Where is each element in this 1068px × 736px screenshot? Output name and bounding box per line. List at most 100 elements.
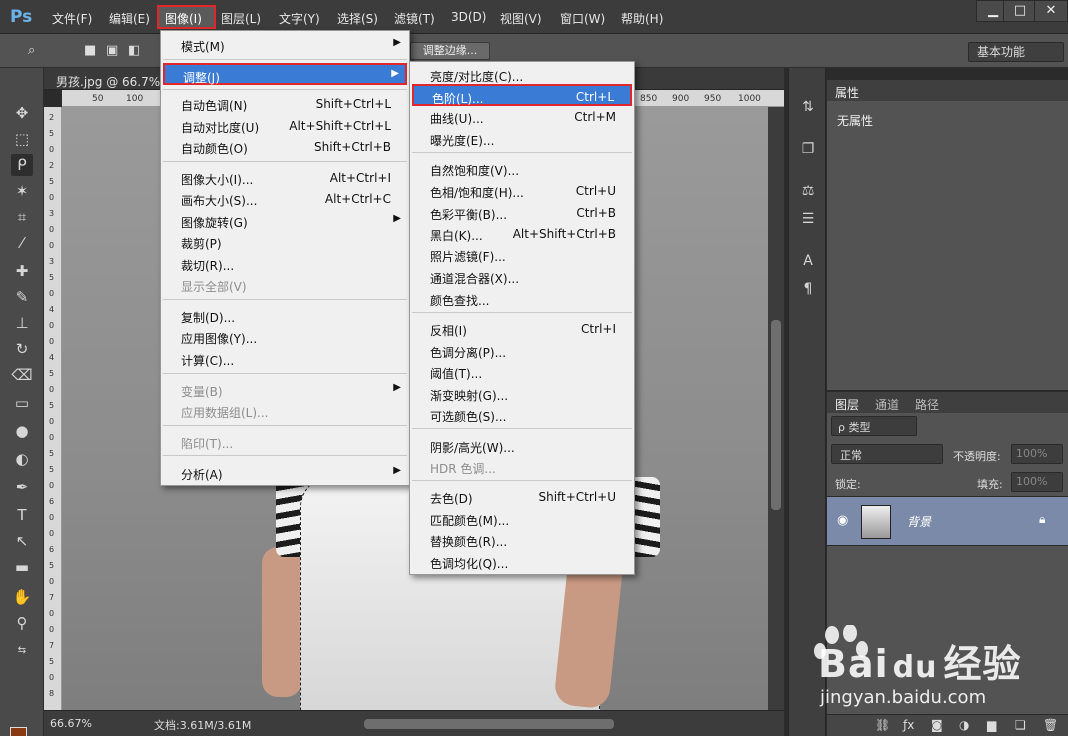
layer-name[interactable]: 背景 <box>907 513 931 530</box>
gradient-tool-icon[interactable]: ▭ <box>11 392 33 414</box>
image-menu-item[interactable]: 裁剪(P) <box>163 231 407 253</box>
refine-edge-button[interactable]: 调整边缘... <box>410 42 490 60</box>
menu-image[interactable]: 图像(I) <box>165 10 202 27</box>
path-selection-tool-icon[interactable]: ↖ <box>11 530 33 552</box>
fill-field[interactable]: 100% <box>1011 472 1063 492</box>
lasso-tool-preset-icon[interactable]: ⌕ <box>28 43 35 58</box>
marquee-tool-icon[interactable]: ⬚ <box>11 128 33 150</box>
stamp-tool-icon[interactable]: ⊥ <box>11 312 33 334</box>
shape-tool-icon[interactable]: ▬ <box>11 556 33 578</box>
image-menu-item[interactable]: 自动颜色(O) Shift+Ctrl+B <box>163 136 407 158</box>
history-brush-tool-icon[interactable]: ↻ <box>11 338 33 360</box>
adjust-menu-item[interactable]: 色相/饱和度(H)... Ctrl+U <box>412 180 632 202</box>
group-icon[interactable]: ▆ <box>987 718 996 732</box>
paragraph-panel-icon[interactable]: ¶ <box>797 278 819 300</box>
menu-view[interactable]: 视图(V) <box>500 10 542 27</box>
layer-kind-filter[interactable]: ρ 类型 <box>831 416 917 436</box>
adjust-menu-item[interactable]: 照片滤镜(F)... <box>412 244 632 266</box>
dodge-tool-icon[interactable]: ◐ <box>11 448 33 470</box>
properties-panel-icon[interactable]: ☰ <box>797 208 819 230</box>
add-selection-icon[interactable]: ▣ <box>106 43 118 58</box>
subtract-selection-icon[interactable]: ◧ <box>128 43 140 58</box>
horizontal-scrollbar-thumb[interactable] <box>364 719 614 729</box>
image-menu-item[interactable]: 模式(M) ▶ <box>163 34 407 56</box>
menu-file[interactable]: 文件(F) <box>52 10 92 27</box>
menu-select[interactable]: 选择(S) <box>337 10 378 27</box>
properties-tab[interactable]: 属性 <box>827 80 1068 101</box>
magic-wand-tool-icon[interactable]: ✶ <box>11 180 33 202</box>
adjust-menu-item[interactable]: 反相(I) Ctrl+I <box>412 318 632 340</box>
pen-tool-icon[interactable]: ✒ <box>11 476 33 498</box>
adjust-menu-item[interactable]: 渐变映射(G)... <box>412 383 632 405</box>
image-menu-item[interactable]: 计算(C)... <box>163 348 407 370</box>
adjustments-panel-icon[interactable]: ⚖ <box>797 180 819 202</box>
workspace-select[interactable]: 基本功能 <box>968 42 1064 62</box>
zoom-level[interactable]: 66.67% <box>50 717 92 730</box>
image-menu-item[interactable]: 画布大小(S)... Alt+Ctrl+C <box>163 188 407 210</box>
character-panel-icon[interactable]: A <box>797 250 819 272</box>
brush-panel-icon[interactable]: ❐ <box>797 138 819 160</box>
adjust-menu-item[interactable]: 可选颜色(S)... <box>412 404 632 426</box>
image-menu-item[interactable]: 自动色调(N) Shift+Ctrl+L <box>163 93 407 115</box>
adjust-menu-item[interactable]: 黑白(K)... Alt+Shift+Ctrl+B <box>412 223 632 245</box>
visibility-eye-icon[interactable]: ◉ <box>837 513 848 528</box>
adjust-menu-item[interactable]: 阈值(T)... <box>412 361 632 383</box>
adjust-menu-item[interactable]: 颜色查找... <box>412 288 632 310</box>
image-menu-item[interactable]: 复制(D)... <box>163 305 407 327</box>
menu-layer[interactable]: 图层(L) <box>221 10 261 27</box>
mask-icon[interactable]: ◙ <box>931 718 943 732</box>
foreground-color-swatch[interactable] <box>10 727 27 736</box>
adjust-menu-item[interactable]: 通道混合器(X)... <box>412 266 632 288</box>
adjust-menu-item[interactable]: 色调分离(P)... <box>412 340 632 362</box>
menu-help[interactable]: 帮助(H) <box>621 10 663 27</box>
adjust-menu-item[interactable]: 自然饱和度(V)... <box>412 158 632 180</box>
image-menu-item[interactable]: 图像旋转(G) ▶ <box>163 210 407 232</box>
link-layers-icon[interactable]: ⛓ <box>875 718 890 732</box>
blend-mode-select[interactable]: 正常 <box>831 444 943 464</box>
menu-filter[interactable]: 滤镜(T) <box>394 10 435 27</box>
adjust-menu-item[interactable]: 曝光度(E)... <box>412 128 632 150</box>
menu-3d[interactable]: 3D(D) <box>451 10 486 24</box>
fx-icon[interactable]: ƒx <box>903 718 914 732</box>
crop-tool-icon[interactable]: ⌗ <box>11 206 33 228</box>
adjust-menu-item[interactable]: 亮度/对比度(C)... <box>412 64 632 86</box>
swap-colors-icon[interactable]: ⇆ <box>11 640 33 662</box>
image-menu-item[interactable]: 分析(A) ▶ <box>163 462 407 484</box>
new-selection-icon[interactable]: ■ <box>84 43 96 58</box>
adjust-menu-item[interactable]: 曲线(U)... Ctrl+M <box>412 106 632 128</box>
brush-tool-icon[interactable]: ✎ <box>11 286 33 308</box>
adjust-menu-item[interactable]: 色彩平衡(B)... Ctrl+B <box>412 202 632 224</box>
image-menu-item[interactable]: 应用图像(Y)... <box>163 326 407 348</box>
zoom-tool-icon[interactable]: ⚲ <box>11 612 33 634</box>
close-button[interactable]: ✕ <box>1034 0 1068 22</box>
image-menu-item[interactable]: 调整(J) ▶ <box>163 63 407 85</box>
new-layer-icon[interactable]: ❏ <box>1015 718 1026 732</box>
lasso-tool-icon[interactable]: ᑭ <box>11 154 33 176</box>
eyedropper-tool-icon[interactable]: ⁄ <box>11 232 33 254</box>
menu-type[interactable]: 文字(Y) <box>279 10 320 27</box>
adjust-menu-item[interactable]: 去色(D) Shift+Ctrl+U <box>412 486 632 508</box>
adjust-menu-item[interactable]: 阴影/高光(W)... <box>412 435 632 457</box>
adjust-menu-item[interactable]: 匹配颜色(M)... <box>412 508 632 530</box>
maximize-button[interactable]: □ <box>1003 0 1037 22</box>
image-menu-item[interactable]: 裁切(R)... <box>163 253 407 275</box>
blur-tool-icon[interactable]: ● <box>11 420 33 442</box>
hand-tool-icon[interactable]: ✋ <box>11 586 33 608</box>
tab-paths[interactable]: 路径 <box>915 396 939 413</box>
adjust-menu-item[interactable]: 色调均化(Q)... <box>412 551 632 573</box>
layer-row[interactable]: ◉ 背景 🔒︎ <box>827 496 1068 546</box>
adjustment-layer-icon[interactable]: ◑ <box>959 718 969 732</box>
adjust-menu-item[interactable]: 替换颜色(R)... <box>412 529 632 551</box>
healing-tool-icon[interactable]: ✚ <box>11 260 33 282</box>
opacity-field[interactable]: 100% <box>1011 444 1063 464</box>
move-tool-icon[interactable]: ✥ <box>11 102 33 124</box>
vertical-scrollbar-thumb[interactable] <box>771 320 781 510</box>
tab-layers[interactable]: 图层 <box>835 396 859 413</box>
image-menu-item[interactable]: 自动对比度(U) Alt+Shift+Ctrl+L <box>163 115 407 137</box>
history-panel-icon[interactable]: ⇅ <box>797 96 819 118</box>
menu-window[interactable]: 窗口(W) <box>560 10 605 27</box>
delete-layer-icon[interactable]: 🗑︎ <box>1043 718 1058 732</box>
eraser-tool-icon[interactable]: ⌫ <box>11 364 33 386</box>
image-menu-item[interactable]: 图像大小(I)... Alt+Ctrl+I <box>163 167 407 189</box>
type-tool-icon[interactable]: T <box>11 504 33 526</box>
